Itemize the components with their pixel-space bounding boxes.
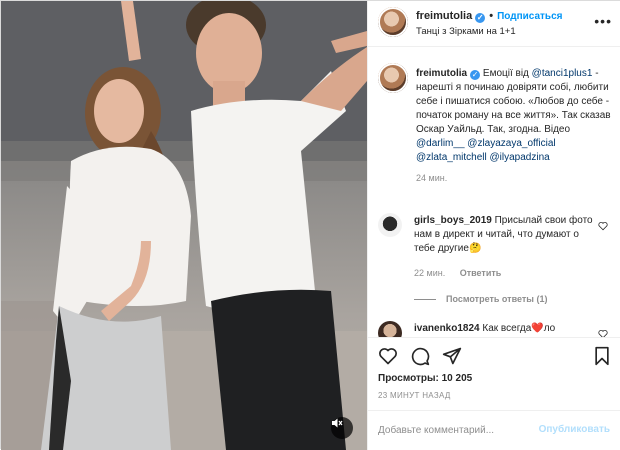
comment-composer: Опубликовать [368, 410, 620, 450]
author-line: freimutolia ✓ • Подписаться [416, 10, 562, 23]
author-username[interactable]: freimutolia [416, 10, 472, 22]
comment: girls_boys_2019 Присылай свои фото нам в… [414, 214, 594, 256]
replies-divider [414, 298, 436, 300]
comment-meta: 22 мин. Ответить [414, 268, 513, 278]
post-location[interactable]: Танці з Зірками на 1+1 [416, 26, 516, 37]
caption-mention[interactable]: @zlata_mitchell [416, 152, 487, 163]
caption-mention[interactable]: @tanci1plus1 [532, 68, 593, 79]
view-replies-label: Посмотреть ответы (1) [446, 294, 548, 304]
comment-icon[interactable] [410, 346, 430, 366]
comments-list[interactable]: freimutolia ✓ Емоції від @tanci1plus1 - н… [368, 47, 620, 337]
post-sidebar: freimutolia ✓ • Подписаться Танці з Зірками… [367, 1, 620, 450]
verified-badge-icon: ✓ [470, 70, 481, 80]
caption-time: 24 мин. [416, 173, 448, 183]
post-header: freimutolia ✓ • Подписаться Танці з Зірками… [368, 1, 620, 47]
caption-username[interactable]: freimutolia [416, 68, 467, 79]
post-video[interactable] [1, 1, 367, 450]
publish-button[interactable]: Опубликовать [539, 424, 610, 435]
caption-author-avatar[interactable] [378, 63, 408, 93]
post-dialog: freimutolia ✓ • Подписаться Танці з Зірками… [0, 0, 620, 450]
action-bar [368, 337, 620, 371]
more-options-icon[interactable]: ••• [594, 13, 612, 29]
reply-button[interactable]: Ответить [460, 268, 502, 278]
comment-username[interactable]: girls_boys_2019 [414, 215, 492, 226]
heart-icon[interactable] [378, 346, 398, 366]
comment-username[interactable]: ivanenko1824 [414, 323, 480, 334]
commenter-avatar[interactable] [378, 213, 402, 237]
mute-button[interactable] [331, 417, 353, 439]
commenter-avatar[interactable] [378, 321, 402, 337]
author-avatar[interactable] [378, 7, 408, 37]
like-comment-heart-icon[interactable] [598, 221, 608, 231]
verified-badge-icon: ✓ [475, 13, 486, 23]
comment: ivanenko1824 Как всегда❤️ло [414, 323, 555, 334]
follow-button[interactable]: Подписаться [497, 11, 562, 22]
caption-mention[interactable]: @darlim__ [416, 138, 465, 149]
caption-text: Емоції від [482, 68, 529, 79]
caption-mention[interactable]: @ilyapadzina [490, 152, 550, 163]
post-caption: freimutolia ✓ Емоції від @tanci1plus1 - н… [416, 67, 614, 185]
caption-mention[interactable]: @zlayazaya_official [467, 138, 555, 149]
bookmark-icon[interactable] [592, 346, 612, 366]
comment-text: Как всегда❤️ло [482, 323, 556, 334]
like-comment-heart-icon[interactable] [598, 329, 608, 337]
paper-plane-icon[interactable] [442, 346, 462, 366]
comment-input[interactable] [378, 420, 528, 440]
view-replies-button[interactable]: Посмотреть ответы (1) [414, 294, 547, 304]
separator-dot: • [489, 10, 494, 22]
muted-speaker-icon [332, 418, 343, 428]
video-frame-image [1, 1, 367, 450]
views-count[interactable]: Просмотры: 10 205 [378, 373, 472, 384]
comment-time: 22 мин. [414, 268, 446, 278]
post-timestamp[interactable]: 23 МИНУТ НАЗАД [378, 391, 451, 400]
